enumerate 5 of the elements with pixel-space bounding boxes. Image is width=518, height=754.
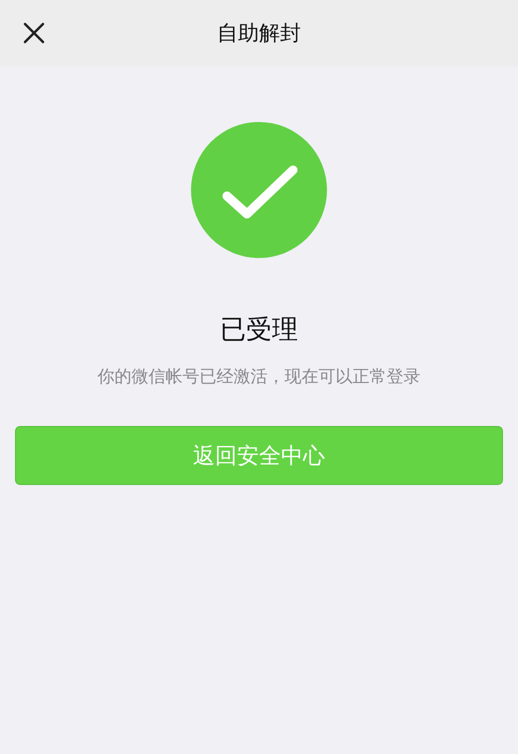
- header-title: 自助解封: [216, 20, 302, 47]
- result-message: 你的微信帐号已经激活，现在可以正常登录: [98, 366, 420, 388]
- result-title: 已受理: [220, 314, 298, 347]
- return-button[interactable]: 返回安全中心: [15, 426, 503, 485]
- close-icon: [23, 22, 45, 44]
